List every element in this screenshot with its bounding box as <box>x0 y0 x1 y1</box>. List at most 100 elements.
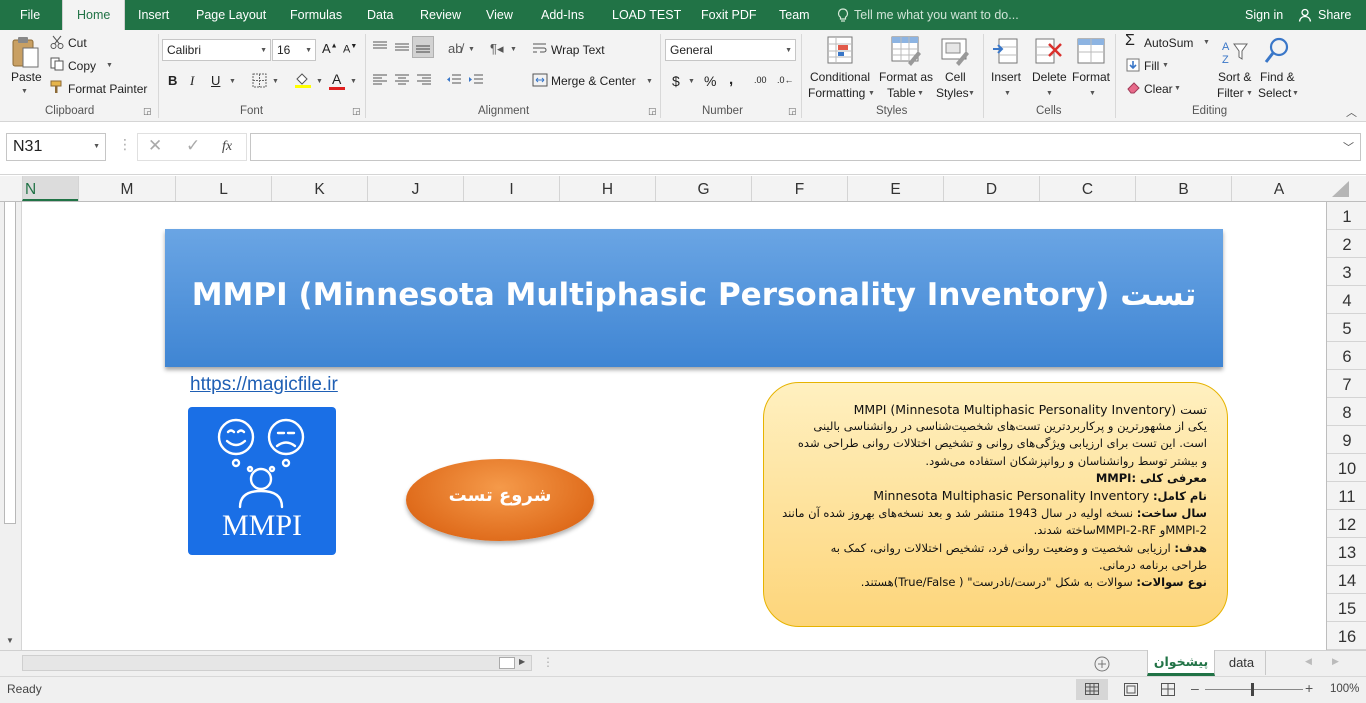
underline-dropdown-icon[interactable]: ▼ <box>229 78 236 85</box>
column-header[interactable]: K <box>271 176 367 201</box>
tab-addins[interactable]: Add-Ins <box>541 0 584 30</box>
worksheet-grid[interactable]: MMPI (Minnesota Multiphasic Personality … <box>22 202 1326 650</box>
cell-styles-button[interactable]: Cell <box>945 70 966 84</box>
italic-button[interactable]: I <box>190 73 194 89</box>
orientation-icon[interactable]: ab̸ <box>448 41 462 56</box>
fill-color-dropdown-icon[interactable]: ▼ <box>316 78 323 85</box>
merge-center-button[interactable]: Merge & Center <box>551 74 636 88</box>
find-dropdown-icon[interactable]: ▼ <box>1292 90 1299 97</box>
alignment-launcher-icon[interactable]: ◲ <box>648 106 657 117</box>
format-painter-button[interactable]: Format Painter <box>68 82 147 96</box>
share-button[interactable]: Share <box>1318 0 1351 30</box>
tab-review[interactable]: Review <box>420 0 461 30</box>
column-header[interactable]: N <box>22 176 78 201</box>
tab-data[interactable]: Data <box>367 0 393 30</box>
copy-dropdown-icon[interactable]: ▼ <box>106 62 113 69</box>
bold-button[interactable]: B <box>168 73 177 88</box>
collapse-ribbon-icon[interactable]: ︿ <box>1346 104 1357 120</box>
tab-splitter-icon[interactable]: ⋮ <box>542 655 554 669</box>
website-link[interactable]: https://magicfile.ir <box>190 374 338 396</box>
row-header[interactable]: 3 <box>1327 258 1366 286</box>
column-header[interactable]: L <box>175 176 271 201</box>
format-dropdown-icon[interactable]: ▼ <box>1089 90 1096 97</box>
zoom-slider-thumb[interactable] <box>1251 683 1254 696</box>
row-header[interactable]: 14 <box>1327 566 1366 594</box>
sort-filter-button[interactable]: Sort & <box>1218 70 1251 84</box>
merge-dropdown-icon[interactable]: ▼ <box>646 78 653 85</box>
increase-indent-icon[interactable] <box>468 73 484 87</box>
percent-button[interactable]: % <box>704 73 716 89</box>
conditional-dropdown-icon[interactable]: ▼ <box>868 90 875 97</box>
autosum-button[interactable]: AutoSum <box>1144 36 1193 50</box>
column-header[interactable]: F <box>751 176 847 201</box>
delete-cells-button[interactable]: Delete <box>1032 70 1067 84</box>
font-size-box[interactable]: 16 ▼ <box>272 39 316 61</box>
sheet-tab-data[interactable]: data <box>1218 651 1266 675</box>
hscroll-thumb[interactable] <box>499 657 515 669</box>
copy-button[interactable]: Copy <box>68 59 96 73</box>
tab-scroll-right-icon[interactable]: ▶ <box>1332 656 1339 667</box>
decrease-font-icon[interactable]: A▼ <box>343 43 357 56</box>
column-header[interactable]: H <box>559 176 655 201</box>
format-cells-button[interactable]: Format <box>1072 70 1110 84</box>
clear-dropdown-icon[interactable]: ▼ <box>1174 85 1181 92</box>
font-color-dropdown-icon[interactable]: ▼ <box>350 78 357 85</box>
find-select-button[interactable]: Find & <box>1260 70 1295 84</box>
normal-view-button[interactable] <box>1076 679 1108 700</box>
start-test-button[interactable]: شروع تست <box>406 459 594 541</box>
zoom-slider[interactable] <box>1205 689 1303 690</box>
row-header[interactable]: 11 <box>1327 482 1366 510</box>
align-bottom-button[interactable] <box>412 36 434 58</box>
row-header[interactable]: 9 <box>1327 426 1366 454</box>
format-table-dropdown-icon[interactable]: ▼ <box>917 90 924 97</box>
font-name-dropdown-icon[interactable]: ▼ <box>260 41 267 61</box>
decrease-decimal-icon[interactable]: .0← <box>777 75 794 85</box>
conditional-formatting-button[interactable]: Conditional <box>810 70 870 84</box>
row-header[interactable]: 7 <box>1327 370 1366 398</box>
insert-dropdown-icon[interactable]: ▼ <box>1004 90 1011 97</box>
formula-input[interactable]: ﹀ <box>250 133 1361 161</box>
row-header[interactable]: 5 <box>1327 314 1366 342</box>
tab-home[interactable]: Home <box>62 0 126 30</box>
horizontal-scrollbar[interactable]: ▶ <box>22 655 532 671</box>
increase-decimal-button[interactable]: .00 <box>754 75 767 85</box>
format-as-table-button[interactable]: Format as <box>879 70 933 84</box>
font-launcher-icon[interactable]: ◲ <box>352 106 361 117</box>
column-header[interactable]: B <box>1135 176 1231 201</box>
tab-view[interactable]: View <box>486 0 513 30</box>
fill-dropdown-icon[interactable]: ▼ <box>1162 62 1169 69</box>
align-right-icon[interactable] <box>416 73 432 87</box>
cut-button[interactable]: Cut <box>68 36 87 50</box>
row-header[interactable]: 10 <box>1327 454 1366 482</box>
page-break-view-icon[interactable] <box>1161 683 1175 696</box>
number-launcher-icon[interactable]: ◲ <box>788 106 797 117</box>
formula-bar-splitter-icon[interactable]: ⋮ <box>118 136 132 153</box>
page-layout-view-icon[interactable] <box>1124 683 1138 696</box>
column-header[interactable]: G <box>655 176 751 201</box>
decrease-indent-icon[interactable] <box>446 73 462 87</box>
row-header[interactable]: 16 <box>1327 622 1366 650</box>
column-header[interactable]: D <box>943 176 1039 201</box>
vertical-scrollbar[interactable]: ▲ ▼ <box>0 176 22 650</box>
row-header[interactable]: 12 <box>1327 510 1366 538</box>
column-header[interactable]: C <box>1039 176 1135 201</box>
tab-team[interactable]: Team <box>779 0 810 30</box>
row-header[interactable]: 13 <box>1327 538 1366 566</box>
zoom-in-button[interactable]: + <box>1305 680 1313 696</box>
column-header[interactable]: A <box>1231 176 1326 201</box>
orientation-dropdown-icon[interactable]: ▼ <box>468 46 475 53</box>
delete-dropdown-icon[interactable]: ▼ <box>1046 90 1053 97</box>
number-format-box[interactable]: General ▼ <box>665 39 796 61</box>
font-name-box[interactable]: Calibri ▼ <box>162 39 271 61</box>
fill-color-icon[interactable] <box>294 71 312 89</box>
row-header[interactable]: 8 <box>1327 398 1366 426</box>
currency-dropdown-icon[interactable]: ▼ <box>688 78 695 85</box>
borders-icon[interactable] <box>252 73 268 89</box>
select-all-icon[interactable] <box>1330 180 1350 198</box>
column-header[interactable]: M <box>78 176 175 201</box>
align-middle-icon[interactable] <box>394 40 410 54</box>
insert-cells-button[interactable]: Insert <box>991 70 1021 84</box>
scroll-down-icon[interactable]: ▼ <box>6 636 14 645</box>
tab-insert[interactable]: Insert <box>138 0 169 30</box>
scroll-thumb[interactable] <box>4 194 16 524</box>
